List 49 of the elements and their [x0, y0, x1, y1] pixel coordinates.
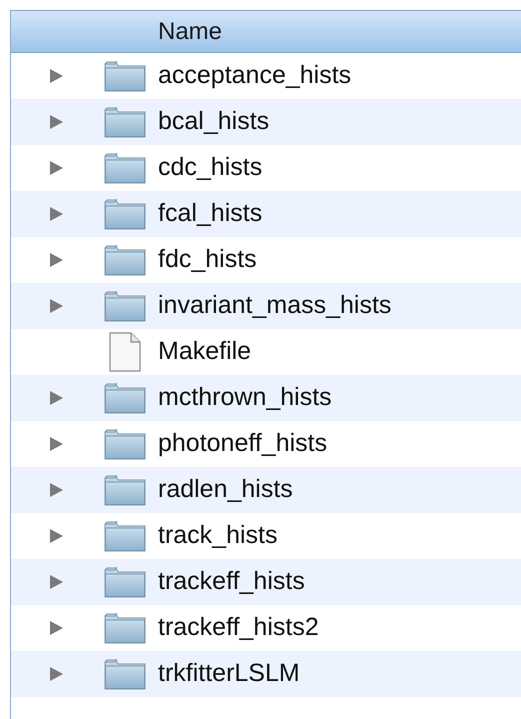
disclosure-triangle-icon[interactable] [47, 573, 65, 591]
file-name: trkfitterLSLM [158, 658, 300, 690]
folder-icon [104, 106, 146, 138]
folder-icon [104, 244, 146, 276]
file-name: photoneff_hists [158, 428, 328, 460]
file-row[interactable]: mcthrown_hists [11, 375, 521, 421]
file-name: track_hists [158, 520, 278, 552]
folder-icon [104, 198, 146, 230]
folder-icon [104, 152, 146, 184]
file-name: acceptance_hists [158, 60, 352, 92]
folder-icon [104, 658, 146, 690]
disclosure-triangle-icon[interactable] [47, 619, 65, 637]
disclosure-triangle-icon[interactable] [47, 481, 65, 499]
file-name: Makefile [158, 336, 252, 368]
disclosure-triangle-icon[interactable] [47, 435, 65, 453]
disclosure-triangle-icon[interactable] [47, 389, 65, 407]
file-name: trackeff_hists2 [158, 612, 319, 644]
file-row[interactable]: trackeff_hists [11, 559, 521, 605]
folder-icon [104, 612, 146, 644]
file-row[interactable]: invariant_mass_hists [11, 283, 521, 329]
file-name: fcal_hists [158, 198, 262, 230]
column-label[interactable]: Name [158, 14, 222, 50]
file-row[interactable]: radlen_hists [11, 467, 521, 513]
file-row[interactable]: trkfitterLSLM [11, 651, 521, 697]
document-icon [108, 332, 140, 372]
file-name: bcal_hists [158, 106, 270, 138]
file-row[interactable]: bcal_hists [11, 99, 521, 145]
disclosure-triangle-icon[interactable] [47, 205, 65, 223]
file-name: trackeff_hists [158, 566, 305, 598]
folder-icon [104, 60, 146, 92]
disclosure-triangle-icon[interactable] [47, 297, 65, 315]
folder-icon [104, 428, 146, 460]
file-name: invariant_mass_hists [158, 290, 392, 322]
disclosure-triangle-icon[interactable] [47, 665, 65, 683]
folder-icon [104, 566, 146, 598]
file-name: cdc_hists [158, 152, 262, 184]
disclosure-triangle-icon[interactable] [47, 159, 65, 177]
folder-icon [104, 290, 146, 322]
folder-icon [104, 520, 146, 552]
disclosure-triangle-icon[interactable] [47, 251, 65, 269]
file-name: radlen_hists [158, 474, 293, 506]
folder-icon [104, 382, 146, 414]
disclosure-triangle-icon[interactable] [47, 527, 65, 545]
file-name: mcthrown_hists [158, 382, 332, 414]
disclosure-triangle-icon[interactable] [47, 113, 65, 131]
folder-icon [104, 474, 146, 506]
file-row[interactable]: fcal_hists [11, 191, 521, 237]
disclosure-triangle-icon[interactable] [47, 67, 65, 85]
file-name: fdc_hists [158, 244, 257, 276]
